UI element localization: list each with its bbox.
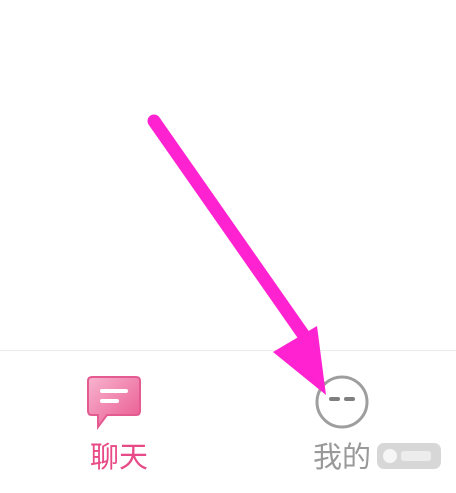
chat-bubble-icon: [87, 376, 141, 430]
bottom-tab-bar: 聊天 我的: [0, 350, 456, 493]
tab-me[interactable]: 我的: [228, 351, 456, 493]
tab-chat-label: 聊天: [89, 440, 148, 474]
watermark-logo: [377, 443, 441, 469]
main-content: [0, 0, 456, 350]
face-icon: [315, 375, 369, 429]
tab-chat[interactable]: 聊天: [0, 351, 228, 493]
